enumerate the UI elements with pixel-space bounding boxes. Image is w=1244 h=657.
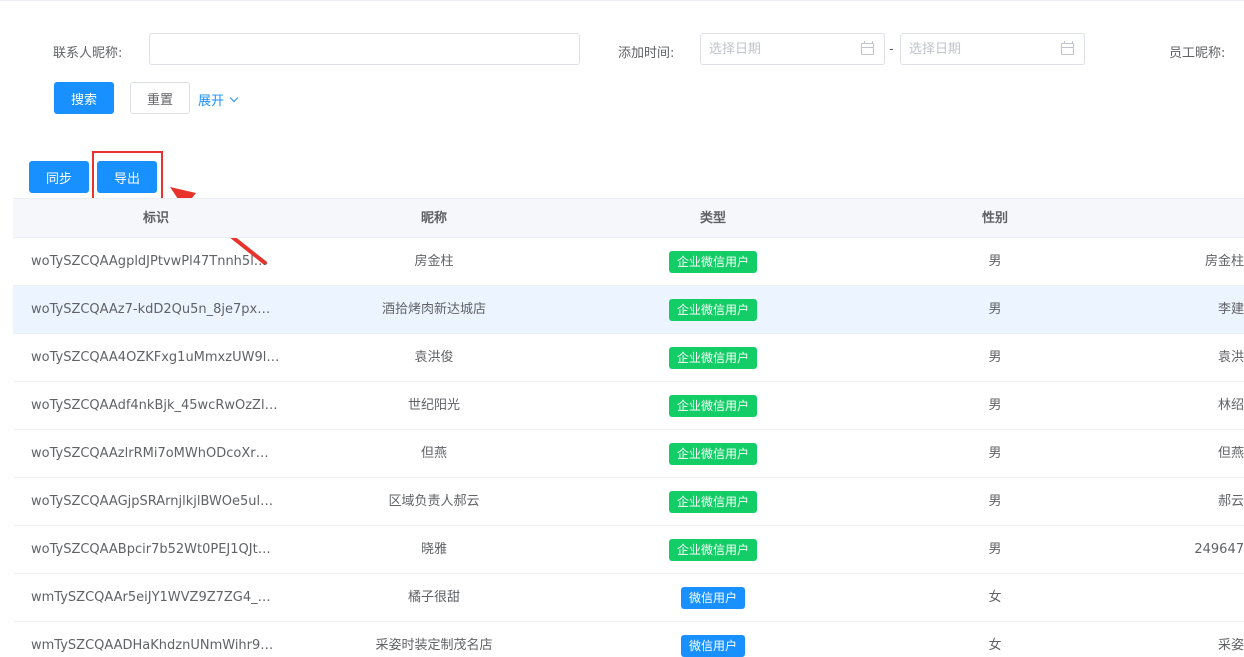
add-time-label: 添加时间: <box>618 46 675 61</box>
calendar-icon <box>861 41 874 55</box>
cell-nickname: 橘子很甜 <box>407 590 460 605</box>
sync-button[interactable]: 同步 <box>29 161 89 193</box>
calendar-icon <box>1061 41 1074 55</box>
cell-staff: 郝云 <box>1217 494 1244 509</box>
cell-nickname: 房金柱 <box>414 254 454 269</box>
cell-id: woTySZCQAAdf4nkBjk_45wcRwOzZl… <box>31 398 278 413</box>
cell-gender: 男 <box>988 302 1002 317</box>
table-header: 标识 昵称 类型 性别 <box>13 198 1244 238</box>
cell-id: woTySZCQAAgpldJPtvwPl47Tnnh5l… <box>31 254 267 269</box>
cell-gender: 男 <box>988 398 1002 413</box>
customer-table: 标识 昵称 类型 性别 woTySZCQAAgpldJPtvwPl47Tnnh5… <box>13 198 1244 657</box>
cell-id: woTySZCQAABpcir7b52Wt0PEJ1QJt… <box>31 542 271 557</box>
type-badge: 企业微信用户 <box>668 299 757 321</box>
cell-type: 企业微信用户 <box>613 286 813 334</box>
cell-gender: 男 <box>988 446 1002 461</box>
cell-id: woTySZCQAAGjpSRArnjlkjlBWOe5ul… <box>31 494 274 509</box>
cell-type: 企业微信用户 <box>613 430 813 478</box>
date-range-separator: - <box>889 42 894 57</box>
cell-nickname: 酒拾烤肉新达城店 <box>381 302 486 317</box>
cell-staff: 采姿 <box>1217 638 1244 653</box>
cell-gender: 男 <box>988 542 1002 557</box>
cell-id: woTySZCQAA4OZKFxg1uMmxzUW9l… <box>31 350 280 365</box>
table-row[interactable]: wmTySZCQAAr5eiJY1WVZ9Z7ZG4_… 橘子很甜 微信用户 女 <box>13 574 1244 622</box>
cell-id: woTySZCQAAz7-kdD2Qu5n_8je7px… <box>31 302 271 317</box>
chevron-down-icon <box>229 93 239 103</box>
start-date-picker[interactable] <box>700 33 885 65</box>
cell-nickname: 但燕 <box>420 446 447 461</box>
cell-type: 微信用户 <box>613 622 813 657</box>
end-date-input[interactable] <box>901 34 1051 64</box>
table-row[interactable]: wmTySZCQAADHaKhdznUNmWihr9… 采姿时装定制茂名店 微信用户… <box>13 622 1244 657</box>
table-row[interactable]: woTySZCQAA4OZKFxg1uMmxzUW9l… 袁洪俊 企业微信用户 男 袁洪 <box>13 334 1244 382</box>
annotation-highlight-box <box>92 151 163 202</box>
cell-staff: 袁洪 <box>1217 350 1244 365</box>
cell-nickname: 晓雅 <box>420 542 447 557</box>
type-badge: 企业微信用户 <box>668 395 757 417</box>
cell-gender: 男 <box>988 494 1002 509</box>
type-badge: 微信用户 <box>680 587 745 609</box>
expand-toggle[interactable]: 展开 <box>198 90 239 109</box>
expand-label: 展开 <box>198 94 225 109</box>
cell-staff: 249647 <box>1194 542 1244 557</box>
start-date-input[interactable] <box>701 34 851 64</box>
cell-staff <box>1113 574 1244 622</box>
cell-id: wmTySZCQAAr5eiJY1WVZ9Z7ZG4_… <box>31 590 271 605</box>
cell-gender: 男 <box>988 254 1002 269</box>
type-badge: 企业微信用户 <box>668 491 757 513</box>
cell-gender: 女 <box>988 638 1002 653</box>
cell-type: 企业微信用户 <box>613 334 813 382</box>
cell-staff: 李建 <box>1217 302 1244 317</box>
type-badge: 企业微信用户 <box>668 347 757 369</box>
reset-button[interactable]: 重置 <box>130 82 190 114</box>
contact-nickname-label: 联系人昵称: <box>53 46 123 61</box>
cell-id: wmTySZCQAADHaKhdznUNmWihr9… <box>31 638 274 653</box>
table-row[interactable]: woTySZCQAABpcir7b52Wt0PEJ1QJt… 晓雅 企业微信用户 男 2… <box>13 526 1244 574</box>
cell-staff: 林绍 <box>1217 398 1244 413</box>
contact-nickname-field[interactable] <box>150 34 579 64</box>
cell-type: 企业微信用户 <box>613 478 813 526</box>
staff-nickname-label: 员工昵称: <box>1169 46 1226 61</box>
type-badge: 微信用户 <box>680 635 745 657</box>
column-header-type: 类型 <box>699 211 726 226</box>
top-divider <box>0 0 1244 1</box>
cell-nickname: 袁洪俊 <box>414 350 454 365</box>
cell-id: woTySZCQAAzlrRMi7oMWhODcoXr… <box>31 446 269 461</box>
cell-type: 微信用户 <box>613 574 813 622</box>
table-body: woTySZCQAAgpldJPtvwPl47Tnnh5l… 房金柱 企业微信用户男… <box>13 238 1244 657</box>
table-row[interactable]: woTySZCQAAGjpSRArnjlkjlBWOe5ul… 区域负责人郝云 企业… <box>13 478 1244 526</box>
type-badge: 企业微信用户 <box>668 539 757 561</box>
cell-nickname: 采姿时装定制茂名店 <box>375 638 493 653</box>
end-date-picker[interactable] <box>900 33 1085 65</box>
table-row[interactable]: woTySZCQAAgpldJPtvwPl47Tnnh5l… 房金柱 企业微信用户 男… <box>13 238 1244 286</box>
cell-gender: 女 <box>988 590 1002 605</box>
table-row[interactable]: woTySZCQAAzlrRMi7oMWhODcoXr… 但燕 企业微信用户 男 但燕 <box>13 430 1244 478</box>
cell-nickname: 区域负责人郝云 <box>388 494 480 509</box>
cell-gender: 男 <box>988 350 1002 365</box>
cell-type: 企业微信用户 <box>613 238 813 286</box>
cell-type: 企业微信用户 <box>613 526 813 574</box>
contact-nickname-input[interactable] <box>149 33 580 65</box>
column-header-gender: 性别 <box>981 211 1008 226</box>
search-button[interactable]: 搜索 <box>54 82 114 114</box>
cell-staff: 但燕 <box>1217 446 1244 461</box>
type-badge: 企业微信用户 <box>668 251 757 273</box>
column-header-nickname: 昵称 <box>420 211 447 226</box>
column-header-id: 标识 <box>142 211 169 226</box>
table-row[interactable]: woTySZCQAAz7-kdD2Qu5n_8je7px… 酒拾烤肉新达城店 企业微… <box>13 286 1244 334</box>
cell-type: 企业微信用户 <box>613 382 813 430</box>
type-badge: 企业微信用户 <box>668 443 757 465</box>
cell-staff: 房金柱 <box>1204 254 1244 269</box>
table-row[interactable]: woTySZCQAAdf4nkBjk_45wcRwOzZl… 世纪阳光 企业微信用户… <box>13 382 1244 430</box>
cell-nickname: 世纪阳光 <box>407 398 460 413</box>
